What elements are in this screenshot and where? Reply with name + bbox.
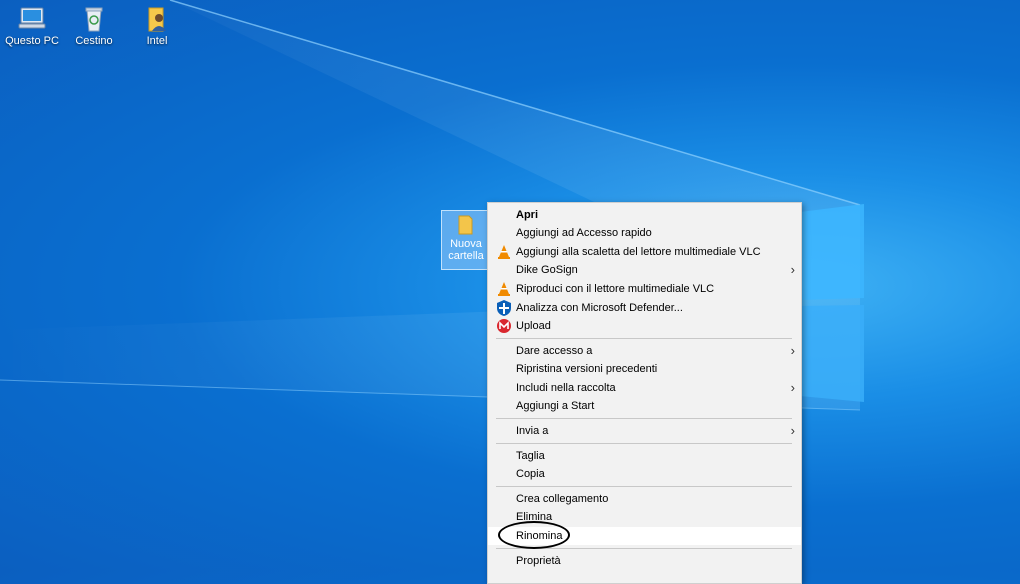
menu-item-aggiungi-scaletta-vlc[interactable]: Aggiungi alla scaletta del lettore multi…	[488, 243, 801, 261]
desktop-icon-recycle-bin[interactable]: Cestino	[64, 5, 124, 47]
desktop-icon-label: Cestino	[75, 35, 113, 47]
menu-item-crea-collegamento[interactable]: Crea collegamento	[488, 490, 801, 508]
chevron-right-icon: ›	[790, 380, 795, 395]
menu-item-label: Riproduci con il lettore multimediale VL…	[516, 283, 715, 295]
menu-item-dare-accesso[interactable]: Dare accesso a ›	[488, 342, 801, 360]
user-folder-icon	[141, 5, 173, 33]
menu-item-label: Proprietà	[516, 555, 561, 567]
menu-item-label: Dare accesso a	[516, 345, 593, 357]
this-pc-icon	[16, 5, 48, 33]
menu-item-label: Aggiungi alla scaletta del lettore multi…	[516, 246, 761, 258]
menu-item-includi-raccolta[interactable]: Includi nella raccolta ›	[488, 379, 801, 397]
menu-item-invia-a[interactable]: Invia a ›	[488, 422, 801, 440]
menu-separator	[496, 443, 792, 444]
desktop-icon-new-folder[interactable]: Nuova cartella	[441, 210, 491, 270]
windows-logo-pane-top	[800, 204, 864, 300]
menu-separator	[496, 418, 792, 419]
menu-item-taglia[interactable]: Taglia	[488, 447, 801, 465]
menu-item-proprieta[interactable]: Proprietà	[488, 552, 801, 570]
menu-item-label: Ripristina versioni precedenti	[516, 363, 658, 375]
menu-item-label: Apri	[516, 209, 538, 221]
folder-label-line1: Nuova	[450, 238, 482, 250]
folder-icon	[456, 214, 476, 236]
vlc-icon	[496, 244, 512, 260]
windows-logo-pane-bottom	[800, 305, 864, 402]
recycle-bin-icon	[78, 5, 110, 33]
menu-item-ripristina-versioni[interactable]: Ripristina versioni precedenti	[488, 360, 801, 378]
vlc-icon	[496, 281, 512, 297]
chevron-right-icon: ›	[790, 343, 795, 358]
menu-item-label: Copia	[516, 468, 545, 480]
desktop-icon-intel[interactable]: Intel	[127, 5, 187, 47]
desktop-icon-label: Questo PC	[5, 35, 59, 47]
mega-icon	[496, 318, 512, 334]
defender-icon	[496, 300, 512, 316]
menu-item-label: Includi nella raccolta	[516, 382, 616, 394]
menu-item-label: Aggiungi ad Accesso rapido	[516, 227, 652, 239]
chevron-right-icon: ›	[790, 423, 795, 438]
menu-separator	[496, 338, 792, 339]
menu-item-label: Dike GoSign	[516, 264, 578, 276]
menu-item-label: Taglia	[516, 450, 545, 462]
annotation-circle	[498, 521, 570, 549]
menu-item-apri[interactable]: Apri	[488, 206, 801, 224]
menu-item-aggiungi-accesso-rapido[interactable]: Aggiungi ad Accesso rapido	[488, 224, 801, 242]
menu-item-aggiungi-start[interactable]: Aggiungi a Start	[488, 397, 801, 415]
chevron-right-icon: ›	[790, 262, 795, 277]
menu-item-copia[interactable]: Copia	[488, 465, 801, 483]
menu-item-label: Invia a	[516, 425, 549, 437]
folder-label-line2: cartella	[448, 250, 484, 262]
menu-item-label: Aggiungi a Start	[516, 400, 595, 412]
desktop-icon-this-pc[interactable]: Questo PC	[2, 5, 62, 47]
menu-item-analizza-defender[interactable]: Analizza con Microsoft Defender...	[488, 299, 801, 317]
menu-item-label: Analizza con Microsoft Defender...	[516, 302, 683, 314]
desktop-icon-label: Intel	[146, 35, 168, 47]
menu-item-dike-gosign[interactable]: Dike GoSign ›	[488, 261, 801, 279]
menu-item-label: Crea collegamento	[516, 493, 609, 505]
menu-item-riproduci-vlc[interactable]: Riproduci con il lettore multimediale VL…	[488, 280, 801, 298]
menu-separator	[496, 486, 792, 487]
menu-item-label: Upload	[516, 320, 551, 332]
menu-item-upload[interactable]: Upload	[488, 317, 801, 335]
